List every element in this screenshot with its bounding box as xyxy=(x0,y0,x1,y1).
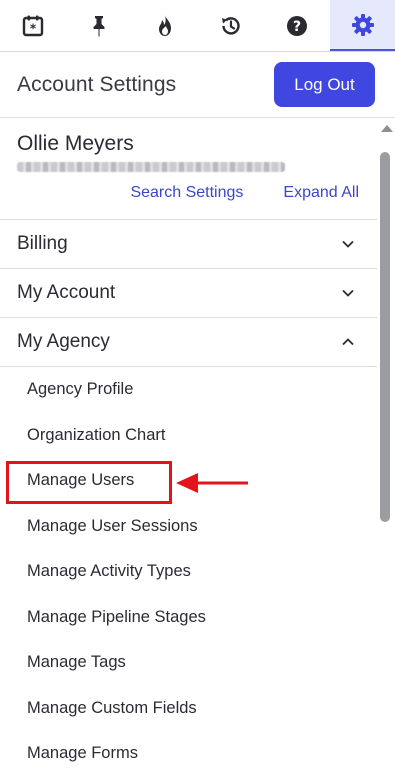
calendar-tab[interactable]: * xyxy=(0,0,66,51)
section-my-account[interactable]: My Account xyxy=(0,269,377,318)
user-name: Ollie Meyers xyxy=(17,132,134,155)
section-my-agency-label: My Agency xyxy=(17,331,110,352)
section-my-agency[interactable]: My Agency xyxy=(0,318,377,367)
menu-item-manage-activity-types[interactable]: Manage Activity Types xyxy=(0,549,377,595)
flame-icon xyxy=(159,14,171,36)
section-my-account-label: My Account xyxy=(17,282,116,303)
svg-text:*: * xyxy=(30,21,37,35)
search-settings-link[interactable]: Search Settings xyxy=(130,184,243,202)
svg-text:?: ? xyxy=(293,19,301,35)
menu-item-organization-chart[interactable]: Organization Chart xyxy=(0,413,377,459)
top-toolbar: * ? xyxy=(0,0,395,52)
help-icon: ? xyxy=(287,15,307,36)
log-out-button[interactable]: Log Out xyxy=(274,62,375,107)
menu-item-manage-tags[interactable]: Manage Tags xyxy=(0,640,377,686)
vertical-scrollbar[interactable] xyxy=(377,118,395,781)
menu-item-agency-profile[interactable]: Agency Profile xyxy=(0,367,377,413)
hot-tab[interactable] xyxy=(132,0,198,51)
pin-icon xyxy=(93,15,105,37)
chevron-up-icon xyxy=(342,338,354,346)
page-title: Account Settings xyxy=(17,72,177,96)
history-icon xyxy=(222,16,240,35)
settings-tab[interactable] xyxy=(330,0,395,51)
annotation-arrow-icon xyxy=(176,473,248,493)
pinned-tab[interactable] xyxy=(66,0,132,51)
section-billing[interactable]: Billing xyxy=(0,220,377,269)
profile-block: Ollie Meyers Search Settings Expand All xyxy=(0,118,377,220)
profile-links: Search Settings Expand All xyxy=(130,184,359,202)
scroll-up-arrow-icon[interactable] xyxy=(381,125,393,132)
calendar-star-icon: * xyxy=(22,15,44,36)
help-tab[interactable]: ? xyxy=(264,0,330,51)
chevron-down-icon xyxy=(342,289,354,297)
annotation-highlight-box xyxy=(6,461,172,504)
chevron-down-icon xyxy=(342,240,354,248)
gear-icon xyxy=(351,13,374,36)
scrollbar-thumb[interactable] xyxy=(380,152,390,522)
menu-item-manage-custom-fields[interactable]: Manage Custom Fields xyxy=(0,686,377,732)
section-billing-label: Billing xyxy=(17,233,68,254)
menu-item-manage-user-sessions[interactable]: Manage User Sessions xyxy=(0,504,377,550)
menu-item-manage-pipeline-stages[interactable]: Manage Pipeline Stages xyxy=(0,595,377,641)
redacted-email xyxy=(17,162,285,172)
history-tab[interactable] xyxy=(198,0,264,51)
expand-all-link[interactable]: Expand All xyxy=(283,184,359,202)
menu-item-manage-forms[interactable]: Manage Forms xyxy=(0,731,377,777)
settings-panel: Ollie Meyers Search Settings Expand All … xyxy=(0,118,377,781)
my-agency-items: Agency Profile Organization Chart Manage… xyxy=(0,367,377,777)
settings-header: Account Settings Log Out xyxy=(0,52,395,118)
